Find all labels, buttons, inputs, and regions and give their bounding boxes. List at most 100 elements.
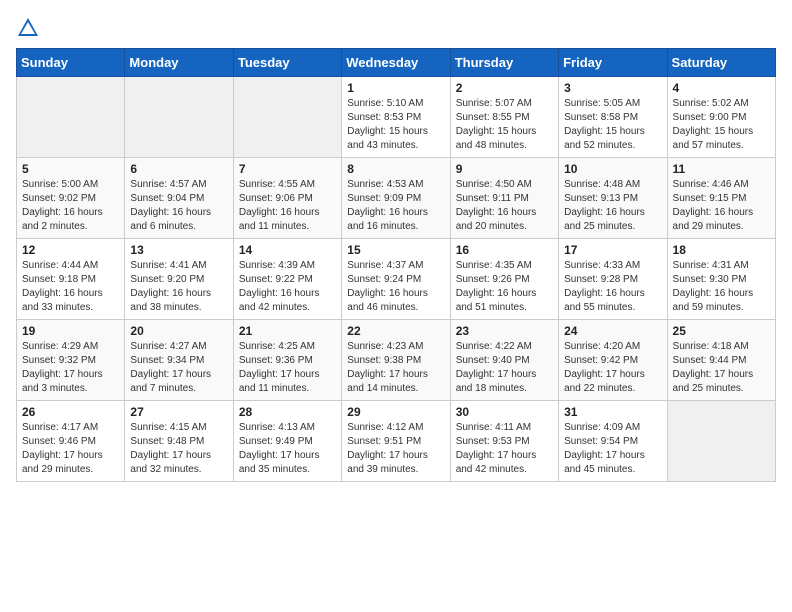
day-number: 20	[130, 324, 227, 338]
day-number: 25	[673, 324, 770, 338]
calendar-cell: 24 Sunrise: 4:20 AM Sunset: 9:42 PM Dayli…	[559, 320, 667, 401]
calendar-cell	[125, 77, 233, 158]
day-info: Sunrise: 5:00 AM Sunset: 9:02 PM Dayligh…	[22, 178, 119, 234]
day-number: 21	[239, 324, 336, 338]
weekday-header-wednesday: Wednesday	[342, 49, 450, 77]
calendar-cell: 21 Sunrise: 4:25 AM Sunset: 9:36 PM Dayli…	[233, 320, 341, 401]
calendar-cell: 15 Sunrise: 4:37 AM Sunset: 9:24 PM Dayli…	[342, 239, 450, 320]
day-info: Sunrise: 4:13 AM Sunset: 9:49 PM Dayligh…	[239, 421, 336, 477]
day-number: 23	[456, 324, 553, 338]
calendar-cell: 28 Sunrise: 4:13 AM Sunset: 9:49 PM Dayli…	[233, 401, 341, 482]
day-info: Sunrise: 4:22 AM Sunset: 9:40 PM Dayligh…	[456, 340, 553, 396]
calendar-cell: 6 Sunrise: 4:57 AM Sunset: 9:04 PM Daylig…	[125, 158, 233, 239]
day-info: Sunrise: 4:53 AM Sunset: 9:09 PM Dayligh…	[347, 178, 444, 234]
calendar-cell: 12Sunrise: 4:44 AM Sunset: 9:18 PM Dayli…	[17, 239, 125, 320]
day-number: 3	[564, 81, 661, 95]
calendar-body: 1Sunrise: 5:10 AM Sunset: 8:53 PM Daylig…	[17, 77, 776, 482]
day-info: Sunrise: 4:37 AM Sunset: 9:24 PM Dayligh…	[347, 259, 444, 315]
day-number: 12	[22, 243, 119, 257]
day-number: 1	[347, 81, 444, 95]
day-info: Sunrise: 4:31 AM Sunset: 9:30 PM Dayligh…	[673, 259, 770, 315]
day-number: 9	[456, 162, 553, 176]
week-row-1: 1Sunrise: 5:10 AM Sunset: 8:53 PM Daylig…	[17, 77, 776, 158]
calendar-cell: 5 Sunrise: 5:00 AM Sunset: 9:02 PM Daylig…	[17, 158, 125, 239]
day-info: Sunrise: 4:20 AM Sunset: 9:42 PM Dayligh…	[564, 340, 661, 396]
weekday-header-friday: Friday	[559, 49, 667, 77]
day-info: Sunrise: 4:09 AM Sunset: 9:54 PM Dayligh…	[564, 421, 661, 477]
calendar: SundayMondayTuesdayWednesdayThursdayFrid…	[16, 48, 776, 482]
day-number: 11	[673, 162, 770, 176]
day-number: 14	[239, 243, 336, 257]
day-number: 24	[564, 324, 661, 338]
day-number: 19	[22, 324, 119, 338]
day-info: Sunrise: 4:29 AM Sunset: 9:32 PM Dayligh…	[22, 340, 119, 396]
day-number: 5	[22, 162, 119, 176]
calendar-cell: 2 Sunrise: 5:07 AM Sunset: 8:55 PM Daylig…	[450, 77, 558, 158]
day-number: 27	[130, 405, 227, 419]
calendar-cell	[17, 77, 125, 158]
calendar-cell: 23 Sunrise: 4:22 AM Sunset: 9:40 PM Dayli…	[450, 320, 558, 401]
calendar-cell: 22 Sunrise: 4:23 AM Sunset: 9:38 PM Dayli…	[342, 320, 450, 401]
calendar-cell: 16 Sunrise: 4:35 AM Sunset: 9:26 PM Dayli…	[450, 239, 558, 320]
calendar-cell	[667, 401, 775, 482]
week-row-4: 19 Sunrise: 4:29 AM Sunset: 9:32 PM Dayli…	[17, 320, 776, 401]
day-info: Sunrise: 4:41 AM Sunset: 9:20 PM Dayligh…	[130, 259, 227, 315]
day-info: Sunrise: 4:57 AM Sunset: 9:04 PM Dayligh…	[130, 178, 227, 234]
day-number: 28	[239, 405, 336, 419]
day-number: 31	[564, 405, 661, 419]
day-number: 26	[22, 405, 119, 419]
day-info: Sunrise: 4:50 AM Sunset: 9:11 PM Dayligh…	[456, 178, 553, 234]
calendar-cell: 25 Sunrise: 4:18 AM Sunset: 9:44 PM Dayli…	[667, 320, 775, 401]
weekday-header-row: SundayMondayTuesdayWednesdayThursdayFrid…	[17, 49, 776, 77]
day-info: Sunrise: 4:23 AM Sunset: 9:38 PM Dayligh…	[347, 340, 444, 396]
calendar-cell: 4 Sunrise: 5:02 AM Sunset: 9:00 PM Daylig…	[667, 77, 775, 158]
day-number: 16	[456, 243, 553, 257]
day-number: 8	[347, 162, 444, 176]
day-info: Sunrise: 4:33 AM Sunset: 9:28 PM Dayligh…	[564, 259, 661, 315]
calendar-cell: 8 Sunrise: 4:53 AM Sunset: 9:09 PM Daylig…	[342, 158, 450, 239]
weekday-header-monday: Monday	[125, 49, 233, 77]
calendar-cell: 17 Sunrise: 4:33 AM Sunset: 9:28 PM Dayli…	[559, 239, 667, 320]
calendar-cell: 19 Sunrise: 4:29 AM Sunset: 9:32 PM Dayli…	[17, 320, 125, 401]
calendar-cell: 29 Sunrise: 4:12 AM Sunset: 9:51 PM Dayli…	[342, 401, 450, 482]
day-number: 17	[564, 243, 661, 257]
day-info: Sunrise: 4:25 AM Sunset: 9:36 PM Dayligh…	[239, 340, 336, 396]
day-info: Sunrise: 5:02 AM Sunset: 9:00 PM Dayligh…	[673, 97, 770, 153]
calendar-cell: 26 Sunrise: 4:17 AM Sunset: 9:46 PM Dayli…	[17, 401, 125, 482]
weekday-header-sunday: Sunday	[17, 49, 125, 77]
calendar-cell: 14Sunrise: 4:39 AM Sunset: 9:22 PM Dayli…	[233, 239, 341, 320]
day-info: Sunrise: 5:07 AM Sunset: 8:55 PM Dayligh…	[456, 97, 553, 153]
week-row-2: 5 Sunrise: 5:00 AM Sunset: 9:02 PM Daylig…	[17, 158, 776, 239]
day-number: 29	[347, 405, 444, 419]
day-number: 18	[673, 243, 770, 257]
day-info: Sunrise: 4:46 AM Sunset: 9:15 PM Dayligh…	[673, 178, 770, 234]
day-number: 10	[564, 162, 661, 176]
calendar-cell: 18 Sunrise: 4:31 AM Sunset: 9:30 PM Dayli…	[667, 239, 775, 320]
day-number: 15	[347, 243, 444, 257]
day-info: Sunrise: 4:12 AM Sunset: 9:51 PM Dayligh…	[347, 421, 444, 477]
day-number: 22	[347, 324, 444, 338]
day-number: 4	[673, 81, 770, 95]
day-info: Sunrise: 4:17 AM Sunset: 9:46 PM Dayligh…	[22, 421, 119, 477]
day-info: Sunrise: 4:18 AM Sunset: 9:44 PM Dayligh…	[673, 340, 770, 396]
day-number: 30	[456, 405, 553, 419]
day-number: 6	[130, 162, 227, 176]
calendar-cell: 1Sunrise: 5:10 AM Sunset: 8:53 PM Daylig…	[342, 77, 450, 158]
day-info: Sunrise: 4:15 AM Sunset: 9:48 PM Dayligh…	[130, 421, 227, 477]
day-info: Sunrise: 4:11 AM Sunset: 9:53 PM Dayligh…	[456, 421, 553, 477]
day-number: 13	[130, 243, 227, 257]
day-info: Sunrise: 4:27 AM Sunset: 9:34 PM Dayligh…	[130, 340, 227, 396]
calendar-cell: 7 Sunrise: 4:55 AM Sunset: 9:06 PM Daylig…	[233, 158, 341, 239]
day-info: Sunrise: 4:35 AM Sunset: 9:26 PM Dayligh…	[456, 259, 553, 315]
day-number: 2	[456, 81, 553, 95]
day-info: Sunrise: 5:05 AM Sunset: 8:58 PM Dayligh…	[564, 97, 661, 153]
calendar-cell: 13 Sunrise: 4:41 AM Sunset: 9:20 PM Dayli…	[125, 239, 233, 320]
calendar-cell: 9 Sunrise: 4:50 AM Sunset: 9:11 PM Daylig…	[450, 158, 558, 239]
week-row-5: 26 Sunrise: 4:17 AM Sunset: 9:46 PM Dayli…	[17, 401, 776, 482]
day-number: 7	[239, 162, 336, 176]
week-row-3: 12Sunrise: 4:44 AM Sunset: 9:18 PM Dayli…	[17, 239, 776, 320]
day-info: Sunrise: 4:55 AM Sunset: 9:06 PM Dayligh…	[239, 178, 336, 234]
calendar-cell: 31 Sunrise: 4:09 AM Sunset: 9:54 PM Dayli…	[559, 401, 667, 482]
weekday-header-saturday: Saturday	[667, 49, 775, 77]
day-info: Sunrise: 4:48 AM Sunset: 9:13 PM Dayligh…	[564, 178, 661, 234]
